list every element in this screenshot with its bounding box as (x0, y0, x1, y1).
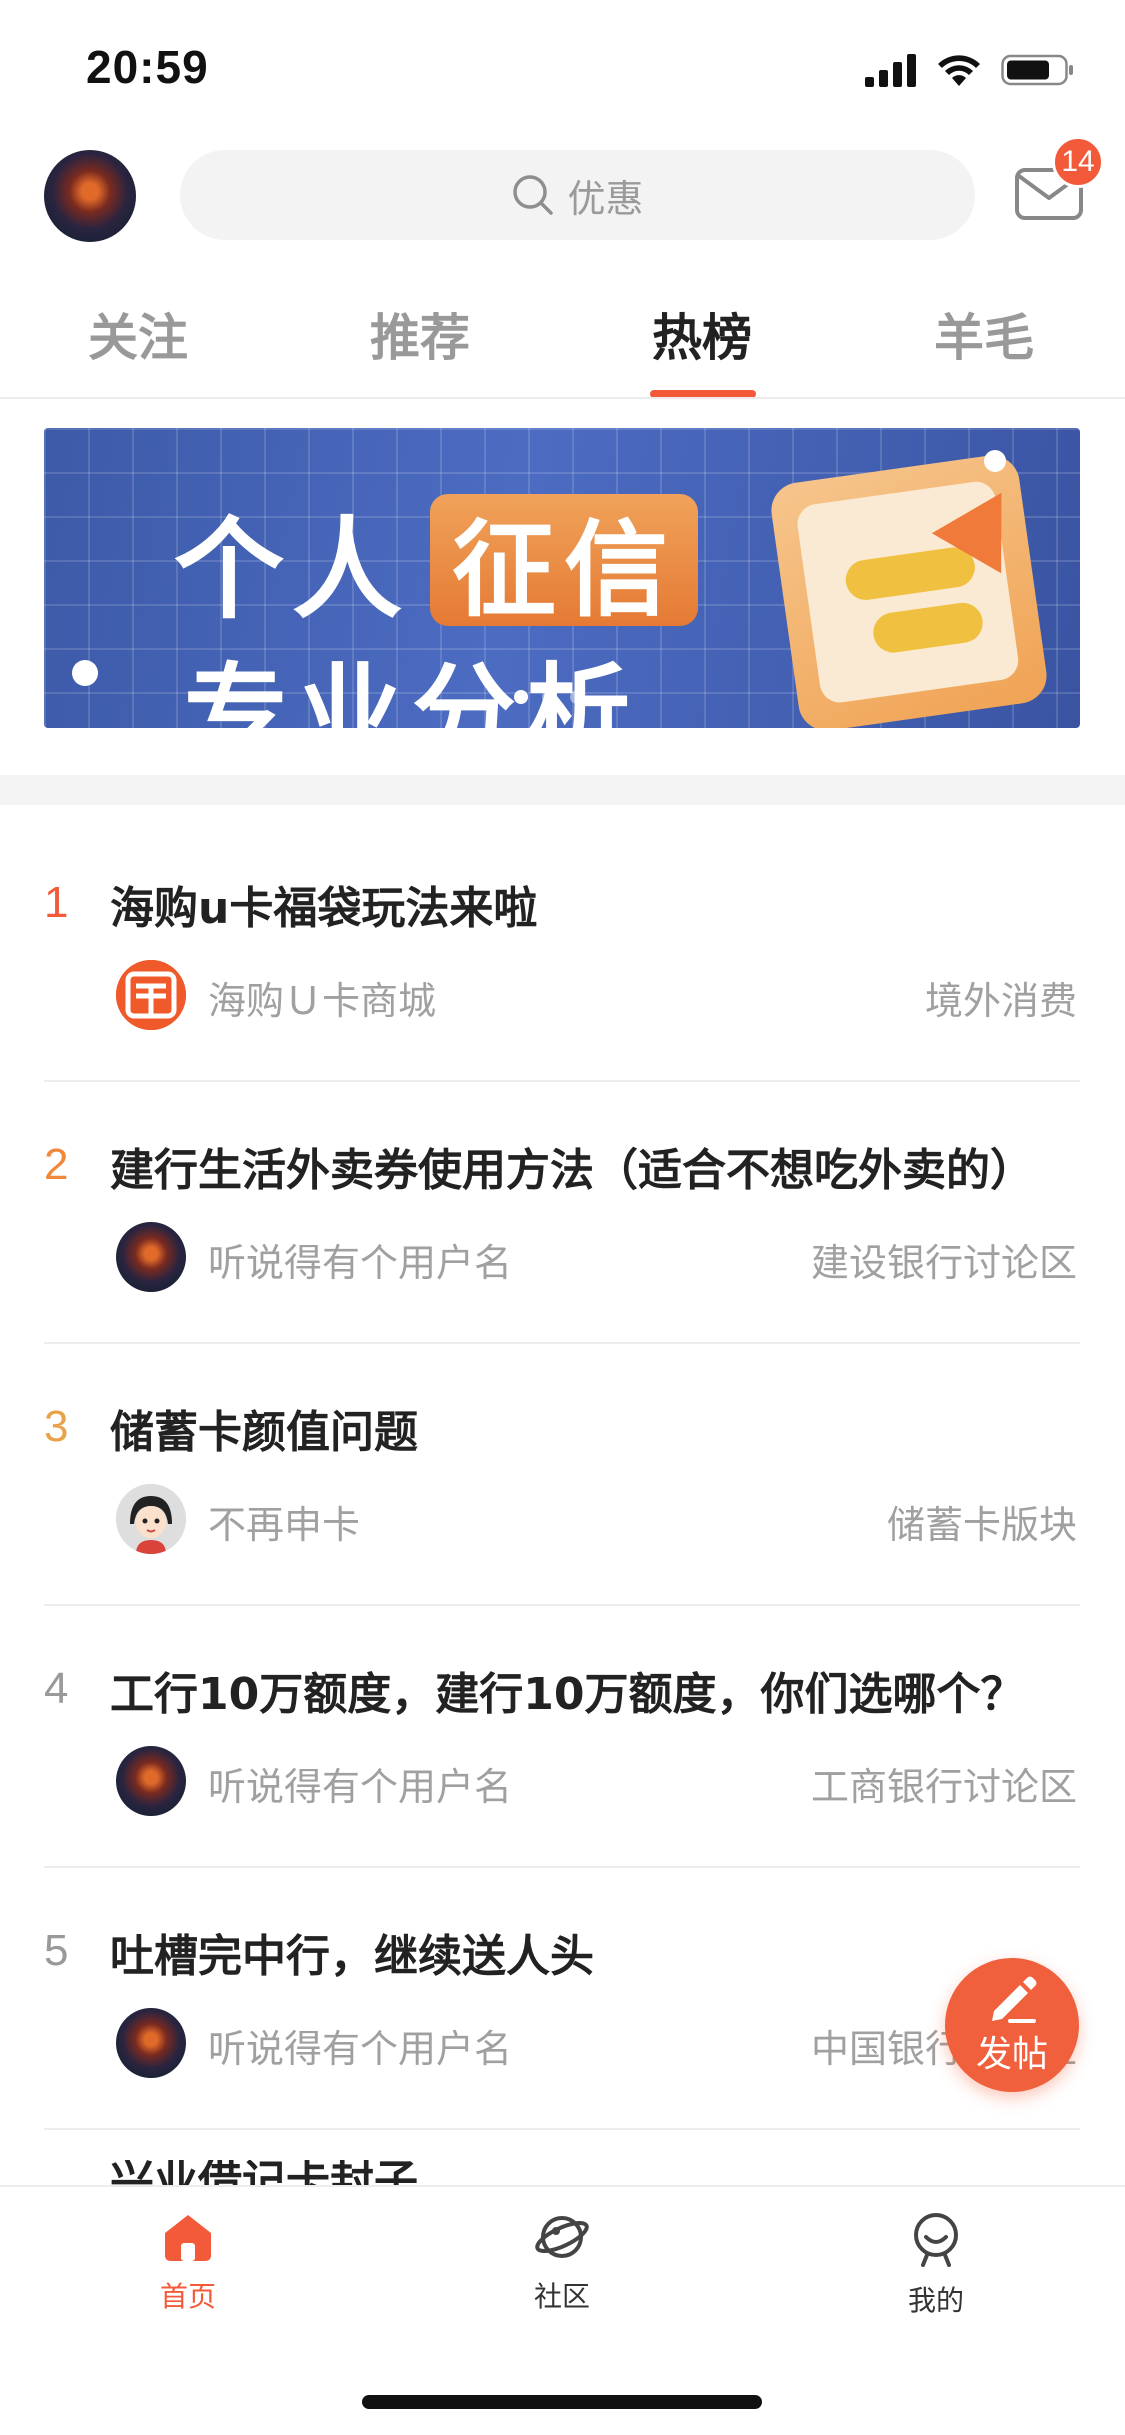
author-name[interactable]: 听说得有个用户名 (208, 2018, 512, 2073)
cartoon-avatar-icon (116, 1484, 186, 1554)
banner-pager (514, 690, 584, 704)
forum-name[interactable]: 建设银行讨论区 (811, 1232, 1077, 1287)
tab-deals[interactable]: 羊毛 (934, 298, 1034, 370)
forum-name[interactable]: 储蓄卡版块 (887, 1494, 1077, 1549)
search-icon (513, 175, 554, 215)
status-time: 20:59 (86, 41, 209, 93)
author-avatar[interactable] (116, 1222, 186, 1292)
nav-profile-label: 我的 (907, 2284, 964, 2317)
post-title[interactable]: 储蓄卡颜值问题 (110, 1396, 418, 1460)
rank-number: 1 (44, 878, 69, 927)
author-avatar[interactable] (116, 1746, 186, 1816)
list-item[interactable]: 3 储蓄卡颜值问题 不再申卡 储蓄卡版块 (0, 1344, 1125, 1606)
status-icons (865, 52, 1075, 88)
banner-card-bar (870, 600, 986, 656)
list-item[interactable]: 1 海购u卡福袋玩法来啦 海购Ｕ卡商城 境外消费 (0, 820, 1125, 1082)
author-avatar[interactable] (116, 2008, 186, 2078)
banner-decor-dot (72, 660, 98, 686)
nav-community-label: 社区 (533, 2280, 590, 2313)
list-item[interactable]: 2 建行生活外卖券使用方法（适合不想吃外卖的） 听说得有个用户名 建设银行讨论区 (0, 1082, 1125, 1344)
nav-community[interactable]: 社区 (462, 2211, 662, 2315)
post-title[interactable]: 吐槽完中行，继续送人头 (110, 1920, 594, 1984)
banner-subline: 专业分析 (184, 652, 641, 728)
home-indicator (362, 2395, 762, 2409)
status-bar: 20:59 (0, 0, 1125, 140)
pencil-icon (992, 1976, 1037, 2023)
banner-decor-dot (984, 450, 1006, 472)
tab-recommend[interactable]: 推荐 (370, 298, 470, 370)
author-name[interactable]: 听说得有个用户名 (208, 1756, 512, 1811)
promo-banner[interactable]: 个人 征信 专业分析 (44, 428, 1080, 728)
signal-icon (865, 54, 916, 87)
user-avatar[interactable] (44, 150, 136, 242)
list-item[interactable]: 4 工行10万额度，建行10万额度，你们选哪个？ 听说得有个用户名 工商银行讨论… (0, 1606, 1125, 1868)
banner-text-personal: 个人 (174, 506, 410, 634)
tab-follow[interactable]: 关注 (88, 298, 188, 370)
pager-dot (542, 690, 556, 704)
new-post-label: 发帖 (975, 2034, 1048, 2075)
post-title[interactable]: 海购u卡福袋玩法来啦 (110, 872, 537, 936)
post-title[interactable]: 工行10万额度，建行10万额度，你们选哪个？ (110, 1658, 1024, 1722)
pager-dot-active (514, 690, 528, 704)
author-name[interactable]: 听说得有个用户名 (208, 1232, 512, 1287)
author-avatar[interactable] (116, 1484, 186, 1554)
post-title-partial[interactable]: 兴业借记卡封子 (110, 2160, 418, 2188)
search-placeholder: 优惠 (567, 176, 644, 221)
tab-bar: 关注 推荐 热榜 羊毛 (0, 290, 1125, 400)
banner-highlight: 征信 (430, 494, 699, 631)
post-title[interactable]: 建行生活外卖券使用方法（适合不想吃外卖的） (110, 1134, 1034, 1198)
divider (44, 2128, 1080, 2130)
author-name[interactable]: 不再申卡 (208, 1494, 360, 1549)
profile-icon (914, 2213, 958, 2267)
nav-home[interactable]: 首页 (88, 2211, 288, 2315)
banner-card-illustration (767, 451, 1051, 728)
battery-icon (1001, 54, 1073, 86)
pager-dot (570, 690, 584, 704)
nav-home-label: 首页 (159, 2280, 216, 2313)
new-post-button[interactable]: 发帖 (945, 1958, 1079, 2092)
rank-number: 5 (44, 1926, 69, 1975)
tab-hot-list[interactable]: 热榜 (652, 298, 752, 370)
author-avatar[interactable] (116, 960, 186, 1030)
planet-icon (535, 2216, 589, 2258)
rank-number: 2 (44, 1140, 69, 1189)
wifi-icon (938, 55, 980, 86)
rank-number: 3 (44, 1402, 69, 1451)
shop-logo-icon (116, 960, 186, 1030)
nav-profile[interactable]: 我的 (836, 2211, 1036, 2319)
author-name[interactable]: 海购Ｕ卡商城 (208, 970, 436, 1025)
banner-card-bar (843, 544, 978, 603)
banner-text-credit: 征信 (452, 508, 677, 631)
banner-headline: 个人 征信 (174, 480, 699, 640)
rank-number: 4 (44, 1664, 69, 1713)
top-header: 优惠 14 (0, 136, 1125, 250)
search-bar[interactable]: 优惠 (180, 150, 975, 240)
home-icon (165, 2215, 211, 2261)
forum-name[interactable]: 工商银行讨论区 (811, 1756, 1077, 1811)
message-badge: 14 (1052, 136, 1104, 188)
forum-name[interactable]: 境外消费 (925, 970, 1077, 1025)
divider (0, 397, 1125, 399)
section-gap (0, 775, 1125, 805)
